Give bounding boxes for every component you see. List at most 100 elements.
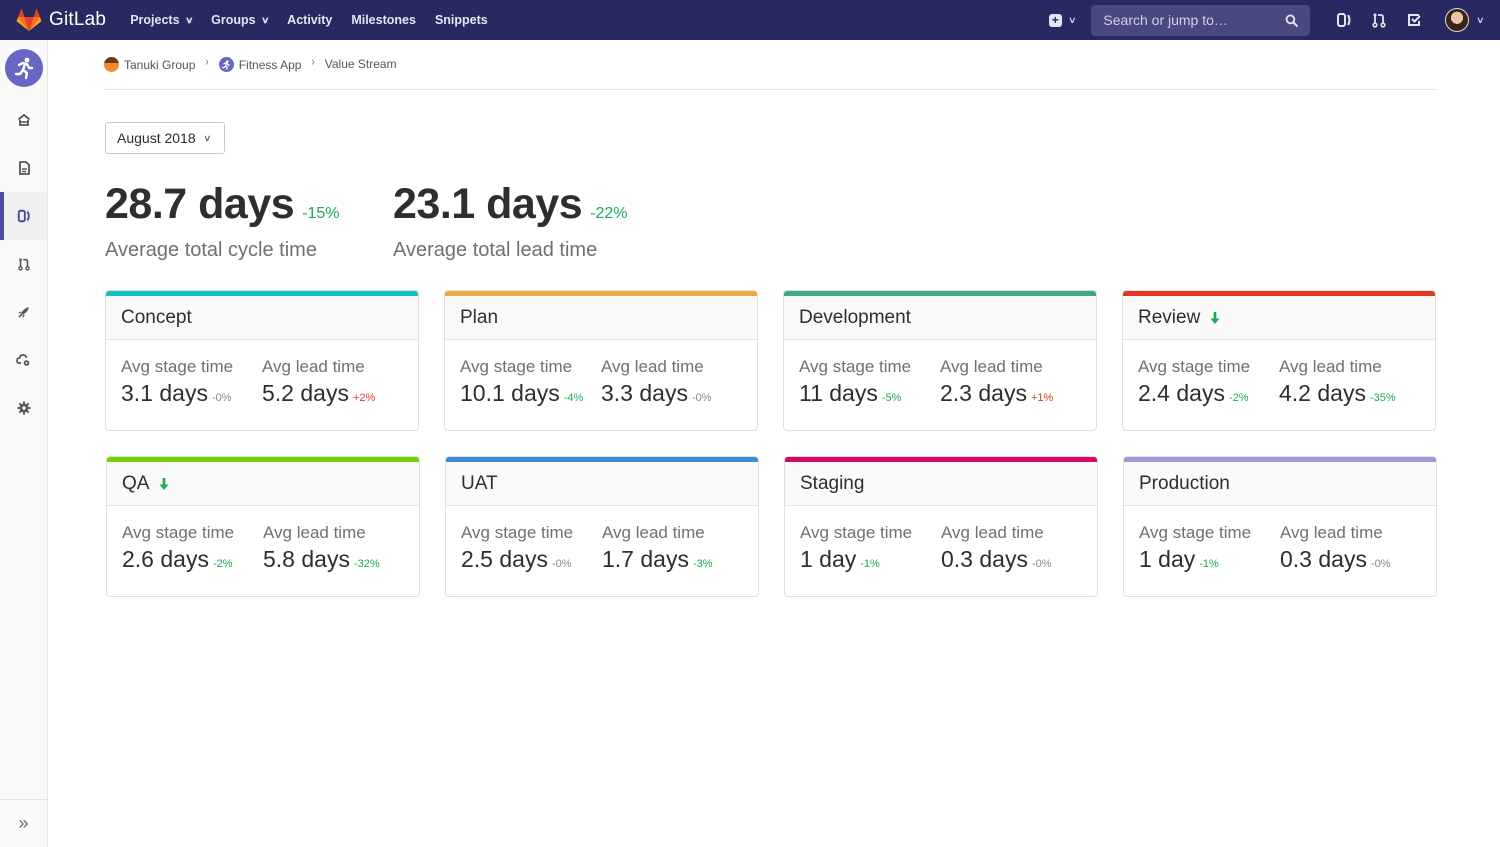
nav-groups[interactable]: Groups ∨	[211, 13, 269, 27]
metric-change: -32%	[353, 558, 380, 570]
search-box[interactable]	[1091, 4, 1311, 36]
cycle-time-change: -15%	[302, 205, 340, 222]
metric-change: -2%	[1228, 392, 1249, 404]
sidebar-item-home[interactable]	[0, 96, 47, 144]
avg-lead-time: Avg lead time 4.2 days -35%	[1279, 357, 1420, 407]
nav-snippets-label: Snippets	[434, 13, 488, 27]
user-menu[interactable]: ∨	[1445, 8, 1485, 32]
stage-metrics: Avg stage time 11 days -5% Avg lead time …	[784, 340, 1096, 407]
breadcrumb-label: Tanuki Group	[124, 57, 196, 72]
search-icon[interactable]	[1285, 14, 1299, 27]
metric-value: 2.4 days	[1138, 380, 1225, 406]
metric-value: 2.6 days	[122, 546, 209, 572]
metric-change: -5%	[881, 392, 902, 404]
stage-title: Staging	[800, 472, 865, 494]
metric-label: Avg lead time	[940, 357, 1043, 376]
stage-card-production[interactable]: Production Avg stage time 1 day -1% Avg l…	[1123, 456, 1437, 597]
breadcrumb-label: Value Stream	[324, 57, 397, 71]
metric-label: Avg stage time	[1138, 357, 1251, 376]
stage-card-plan[interactable]: Plan Avg stage time 10.1 days -4% Avg lea…	[444, 290, 758, 431]
stage-metrics: Avg stage time 2.4 days -2% Avg lead time…	[1123, 340, 1435, 407]
metric-change: +2%	[352, 392, 376, 404]
nav-snippets[interactable]: Snippets	[435, 13, 488, 27]
metric-change: -0%	[551, 558, 572, 570]
gitlab-logo[interactable]: GitLab	[16, 0, 106, 40]
issues-button[interactable]	[1334, 10, 1354, 30]
breadcrumb: Tanuki Group › Fitness App › Value Strea…	[104, 56, 1437, 90]
stage-card-uat[interactable]: UAT Avg stage time 2.5 days -0% Avg lead …	[445, 456, 759, 597]
stage-card-staging[interactable]: Staging Avg stage time 1 day -1% Avg lead…	[784, 456, 1098, 597]
metric-value: 2.3 days	[940, 380, 1027, 406]
sidebar-item-operations[interactable]	[0, 336, 47, 384]
stage-metrics: Avg stage time 3.1 days -0% Avg lead time…	[106, 340, 418, 407]
metric-change: -0%	[211, 392, 232, 404]
nav-groups-label: Groups	[211, 13, 256, 27]
running-person-icon	[222, 59, 231, 70]
nav-projects-label: Projects	[130, 13, 180, 27]
stage-metrics: Avg stage time 2.6 days -2% Avg lead time…	[107, 506, 419, 573]
breadcrumb-tanuki-group[interactable]: Tanuki Group	[104, 57, 195, 72]
merge-requests-button[interactable]	[1369, 10, 1389, 30]
stage-title: Review	[1138, 306, 1201, 328]
date-range-value: August 2018	[117, 130, 196, 146]
todo-icon	[1408, 14, 1422, 26]
settings-icon	[17, 401, 30, 415]
metric-value: 0.3 days	[1280, 546, 1367, 572]
avg-lead-time: Avg lead time 0.3 days -0%	[1280, 523, 1421, 573]
metric-change: -1%	[860, 558, 880, 570]
summary-lead-time: 23.1 days -22% Average total lead time	[393, 180, 628, 262]
avg-stage-time: Avg stage time 2.4 days -2%	[1138, 357, 1279, 407]
avg-stage-time: Avg stage time 2.6 days -2%	[122, 523, 263, 573]
home-icon	[17, 113, 30, 126]
metric-value: 1 day	[1139, 546, 1196, 572]
chevron-down-icon: ∨	[202, 132, 212, 143]
metric-change: -2%	[212, 558, 233, 570]
date-range-dropdown[interactable]: August 2018 ∨	[105, 122, 225, 154]
metric-change: -1%	[1199, 558, 1219, 570]
stage-card-review[interactable]: Review Avg stage time 2.4 days -2% Avg le…	[1122, 290, 1436, 431]
stage-card-concept[interactable]: Concept Avg stage time 3.1 days -0% Avg l…	[105, 290, 419, 431]
metric-change: -4%	[563, 392, 584, 404]
stage-card-development[interactable]: Development Avg stage time 11 days -5% Av…	[783, 290, 1097, 431]
avg-lead-time: Avg lead time 5.2 days +2%	[262, 357, 403, 407]
breadcrumb-value-stream[interactable]: Value Stream	[325, 57, 397, 71]
nav-activity[interactable]: Activity	[287, 13, 332, 27]
rocket-icon	[17, 307, 29, 318]
sidebar-item-merge-requests[interactable]	[0, 240, 47, 288]
merge-request-icon	[17, 258, 30, 271]
avg-lead-time: Avg lead time 5.8 days -32%	[263, 523, 404, 573]
stage-title: Plan	[460, 306, 499, 328]
project-avatar[interactable]	[5, 49, 43, 87]
double-chevron-right-icon: »	[18, 813, 29, 833]
chevron-down-icon: ∨	[1067, 14, 1077, 25]
metric-label: Avg lead time	[263, 523, 366, 542]
sidebar-item-ci-cd[interactable]	[0, 288, 47, 336]
metric-label: Avg stage time	[800, 523, 913, 542]
search-input[interactable]	[1103, 12, 1274, 28]
stage-card-qa[interactable]: QA Avg stage time 2.6 days -2% Avg lead t…	[106, 456, 420, 597]
avg-lead-time: Avg lead time 0.3 days -0%	[941, 523, 1082, 573]
nav-milestones[interactable]: Milestones	[351, 13, 416, 27]
metric-label: Avg lead time	[601, 357, 704, 376]
new-dropdown-button[interactable]: + ∨	[1048, 13, 1077, 27]
nav-projects[interactable]: Projects ∨	[130, 13, 193, 27]
collapse-sidebar-button[interactable]: »	[0, 799, 47, 847]
metric-change: -35%	[1369, 392, 1396, 404]
stage-header: Production	[1124, 462, 1436, 506]
todos-button[interactable]	[1404, 10, 1424, 30]
stage-title: Development	[799, 306, 911, 328]
breadcrumb-fitness-app[interactable]: Fitness App	[218, 57, 301, 72]
stage-metrics: Avg stage time 2.5 days -0% Avg lead time…	[446, 506, 758, 573]
metric-value: 10.1 days	[460, 380, 560, 406]
nav-milestones-label: Milestones	[351, 13, 416, 27]
metric-value: 3.1 days	[121, 380, 208, 406]
stage-metrics: Avg stage time 1 day -1% Avg lead time 0.…	[1124, 506, 1436, 573]
sidebar-item-issues[interactable]	[0, 192, 47, 240]
stage-metrics: Avg stage time 10.1 days -4% Avg lead tim…	[445, 340, 757, 407]
metric-label: Avg lead time	[941, 523, 1044, 542]
sidebar-item-repository[interactable]	[0, 144, 47, 192]
lead-time-change: -22%	[590, 205, 628, 222]
sidebar-item-settings[interactable]	[0, 384, 47, 432]
avg-lead-time: Avg lead time 1.7 days -3%	[602, 523, 743, 573]
stage-header: Plan	[445, 296, 757, 340]
